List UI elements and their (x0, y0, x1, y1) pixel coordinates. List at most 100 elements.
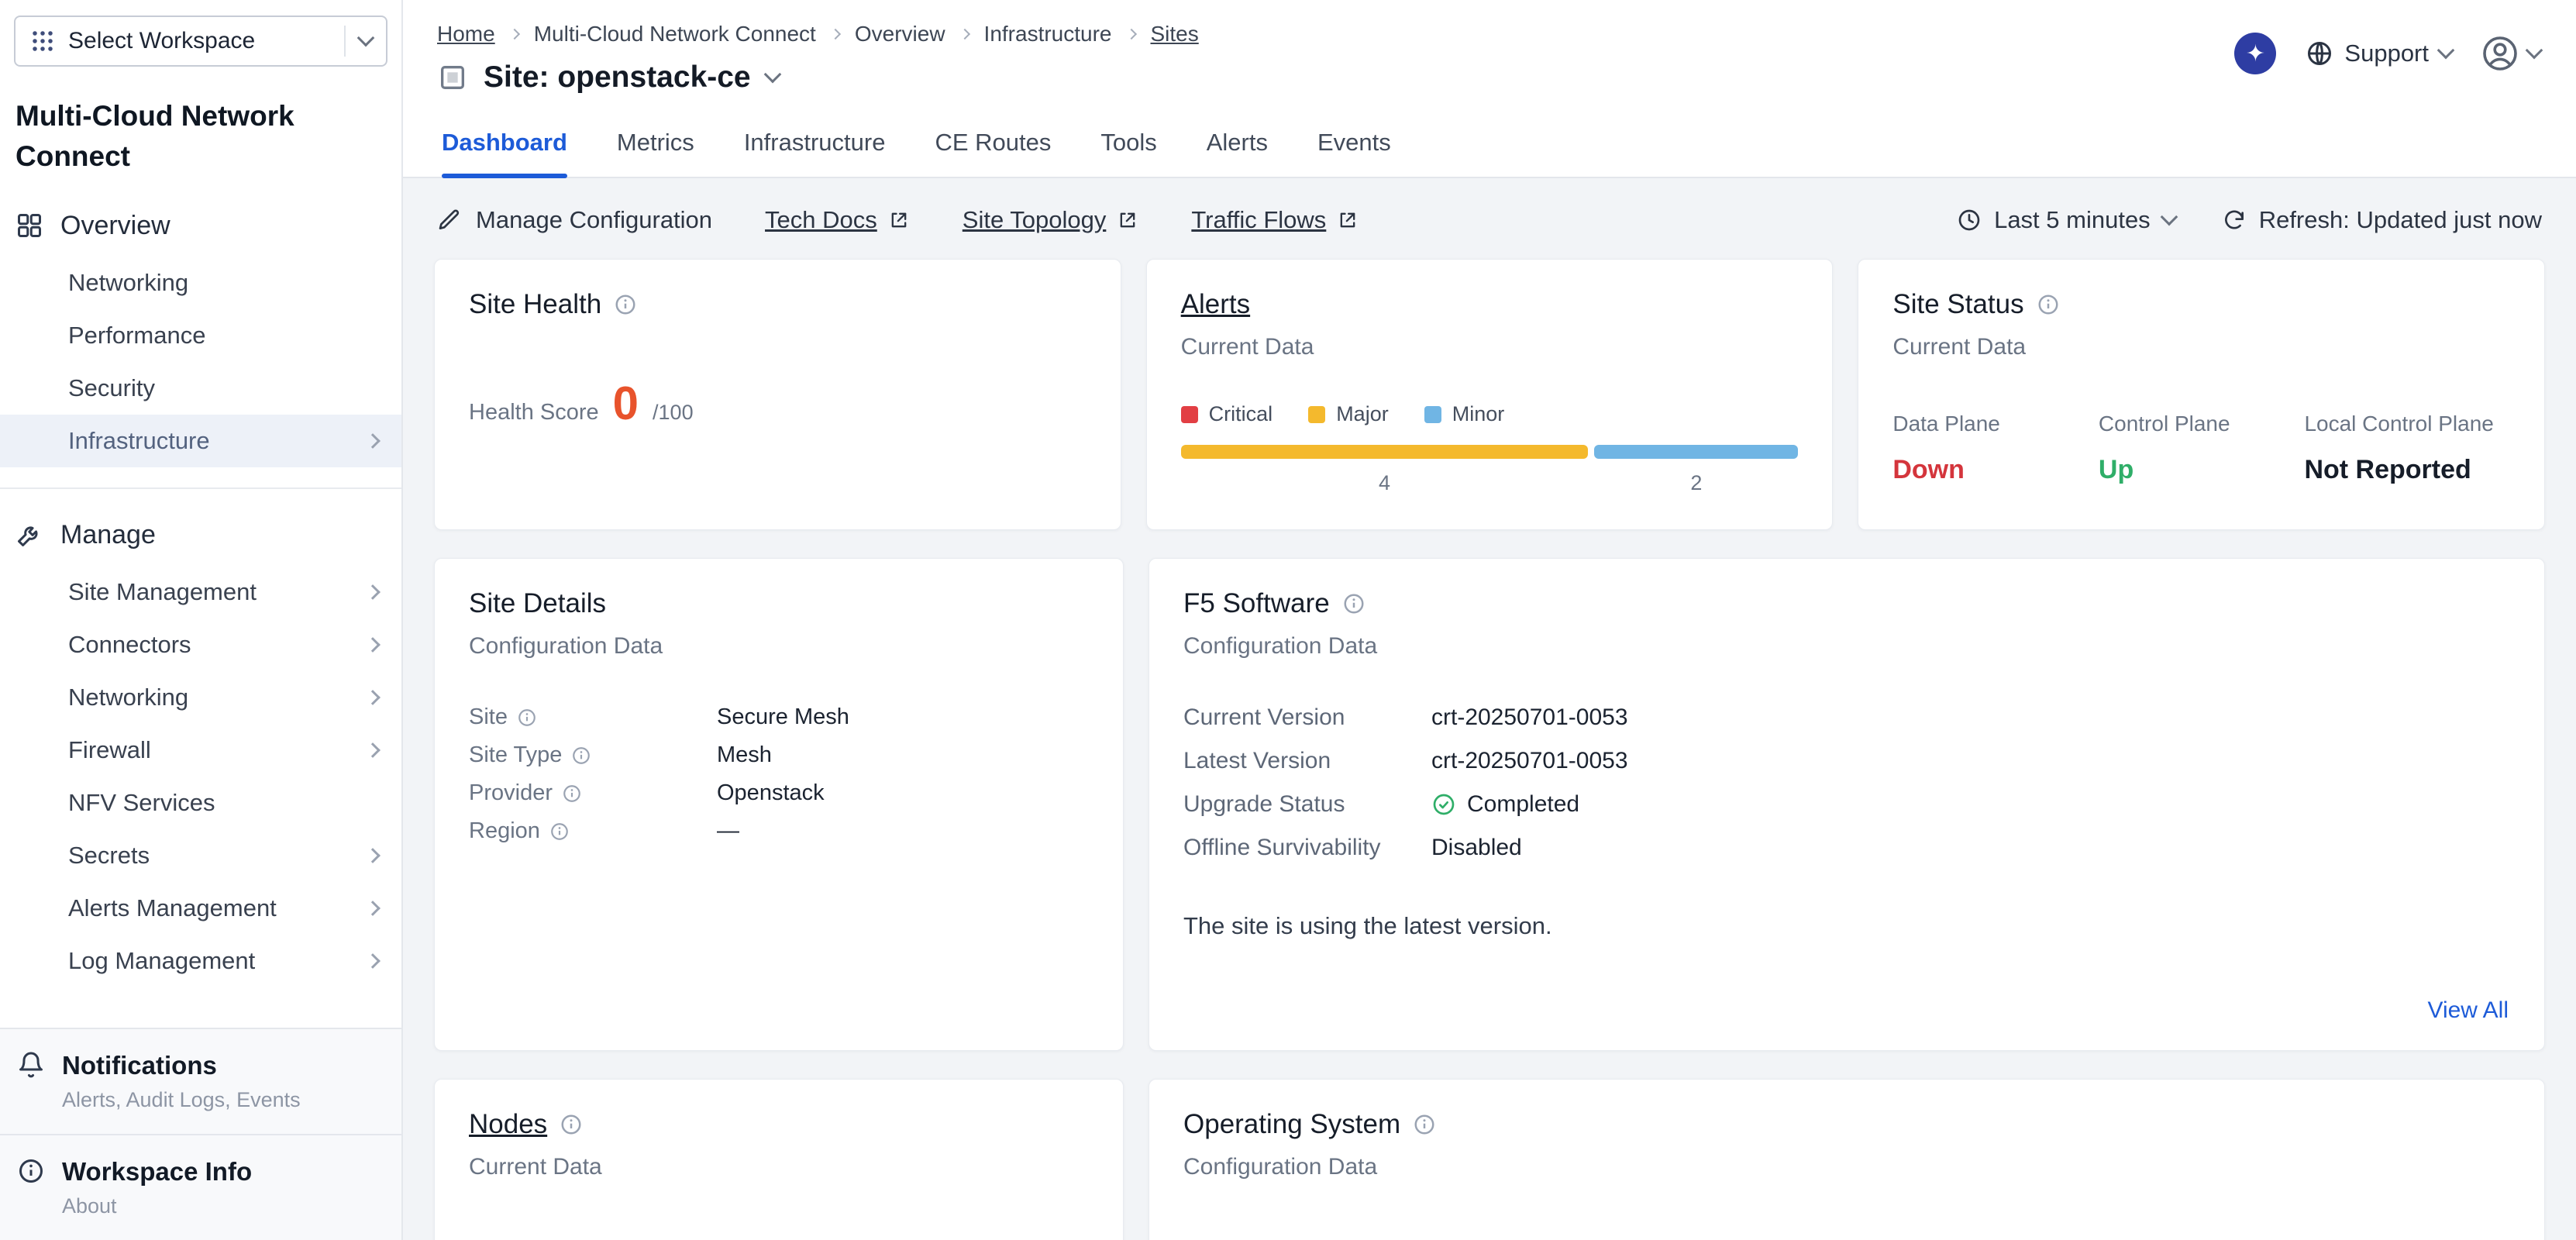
alerts-bar-major[interactable] (1181, 445, 1589, 459)
alerts-stacked-bar (1181, 445, 1799, 459)
tab-events[interactable]: Events (1317, 129, 1391, 177)
refresh-button[interactable]: Refresh: Updated just now (2222, 206, 2542, 234)
chevron-down-icon[interactable] (763, 66, 781, 84)
sidebar-item-alerts-management[interactable]: Alerts Management (0, 882, 401, 935)
external-link-icon (1337, 209, 1359, 231)
account-menu[interactable] (2481, 35, 2540, 72)
dashboard-content: Manage Configuration Tech Docs Site Topo… (403, 178, 2576, 1240)
status-control-plane: Control Plane Up (2099, 412, 2305, 485)
site-status-card: Site Status Current Data Data Plane Down… (1858, 259, 2545, 530)
operating-system-card: Operating System Configuration Data (1149, 1079, 2545, 1240)
sidebar-item-performance[interactable]: Performance (0, 309, 401, 362)
f5-software-card: F5 Software Configuration Data Current V… (1149, 558, 2545, 1051)
alerts-title: Alerts (1181, 289, 1799, 320)
info-icon[interactable] (562, 784, 582, 804)
sidebar-title: Multi-Cloud Network Connect (0, 73, 401, 183)
site-topology-link[interactable]: Site Topology (963, 206, 1139, 234)
main-area: Home Multi-Cloud Network Connect Overvie… (403, 0, 2576, 1240)
check-circle-icon (1431, 792, 1456, 817)
nodes-title: Nodes (469, 1109, 1089, 1140)
tab-ce-routes[interactable]: CE Routes (935, 129, 1051, 177)
site-health-card: Site Health Health Score 0 /100 (434, 259, 1121, 530)
detail-row-provider: Provider Openstack (469, 780, 1089, 806)
f5-row-offline-survivability: Offline Survivability Disabled (1183, 835, 2510, 861)
breadcrumb: Home Multi-Cloud Network Connect Overvie… (437, 22, 2542, 46)
support-label: Support (2344, 40, 2429, 67)
sidebar-section-manage-label: Manage (60, 520, 156, 550)
sidebar-item-connectors[interactable]: Connectors (0, 618, 401, 671)
cards-row-3: Nodes Current Data Operating System Conf… (434, 1079, 2545, 1240)
sidebar-item-networking-manage[interactable]: Networking (0, 671, 401, 724)
breadcrumb-sites[interactable]: Sites (1151, 22, 1199, 46)
status-value-up: Up (2099, 455, 2305, 485)
status-local-control-plane: Local Control Plane Not Reported (2304, 412, 2510, 485)
sidebar-item-firewall[interactable]: Firewall (0, 724, 401, 777)
sidebar-item-nfv-services[interactable]: NFV Services (0, 777, 401, 829)
operating-system-subtitle: Configuration Data (1183, 1154, 2510, 1180)
sidebar-item-security[interactable]: Security (0, 362, 401, 415)
traffic-flows-link[interactable]: Traffic Flows (1191, 206, 1359, 234)
workspace-info-description: About (62, 1194, 252, 1218)
tab-infrastructure[interactable]: Infrastructure (744, 129, 886, 177)
dashboard-toolbar: Manage Configuration Tech Docs Site Topo… (434, 178, 2545, 259)
status-value-not-reported: Not Reported (2304, 455, 2510, 485)
legend-minor: Minor (1424, 402, 1505, 426)
support-menu[interactable]: Support (2306, 40, 2452, 67)
chevron-right-icon (365, 690, 381, 705)
detail-row-site: Site Secure Mesh (469, 704, 1089, 730)
info-icon[interactable] (614, 293, 637, 316)
info-icon[interactable] (571, 746, 591, 766)
tab-alerts[interactable]: Alerts (1207, 129, 1268, 177)
sidebar-item-infrastructure[interactable]: Infrastructure (0, 415, 401, 467)
info-icon[interactable] (2037, 293, 2060, 316)
sidebar-section-manage[interactable]: Manage (0, 492, 401, 566)
alerts-bar-minor[interactable] (1594, 445, 1798, 459)
chevron-right-icon (365, 901, 381, 916)
workspace-selector[interactable]: Select Workspace (14, 16, 387, 67)
info-icon[interactable] (549, 822, 570, 842)
view-all-link[interactable]: View All (2427, 997, 2509, 1024)
time-range-select[interactable]: Last 5 minutes (1957, 206, 2175, 234)
breadcrumb-home[interactable]: Home (437, 22, 495, 46)
manage-configuration-button[interactable]: Manage Configuration (437, 206, 712, 234)
info-icon[interactable] (517, 708, 537, 728)
info-icon[interactable] (1342, 592, 1365, 615)
sidebar-item-networking[interactable]: Networking (0, 257, 401, 309)
notifications-description: Alerts, Audit Logs, Events (62, 1088, 301, 1112)
site-details-card: Site Details Configuration Data Site Sec… (434, 558, 1124, 1051)
sidebar-section-overview[interactable]: Overview (0, 183, 401, 257)
detail-row-region: Region — (469, 818, 1089, 844)
sidebar-section-overview-label: Overview (60, 211, 170, 241)
alerts-card: Alerts Current Data Critical Major Minor (1146, 259, 1834, 530)
site-icon (437, 62, 468, 93)
operating-system-title: Operating System (1183, 1109, 2510, 1140)
breadcrumb-overview[interactable]: Overview (855, 22, 945, 46)
f5-software-title: F5 Software (1183, 588, 2510, 619)
toolbar-right: Last 5 minutes Refresh: Updated just now (1957, 206, 2542, 234)
sidebar-notifications[interactable]: Notifications Alerts, Audit Logs, Events (0, 1028, 401, 1134)
info-icon[interactable] (1413, 1113, 1436, 1136)
breadcrumb-infrastructure[interactable]: Infrastructure (984, 22, 1112, 46)
assistant-button[interactable]: ✦ (2234, 33, 2276, 74)
clock-icon (1957, 208, 1982, 232)
tech-docs-link[interactable]: Tech Docs (765, 206, 910, 234)
legend-critical: Critical (1181, 402, 1273, 426)
tab-dashboard[interactable]: Dashboard (442, 129, 567, 177)
page-title-row: Site: openstack-ce (437, 60, 2542, 95)
external-link-icon (888, 209, 910, 231)
tab-metrics[interactable]: Metrics (617, 129, 694, 177)
health-score-max: /100 (653, 401, 694, 425)
chevron-down-icon (2160, 208, 2178, 226)
sidebar-workspace-info[interactable]: Workspace Info About (0, 1134, 401, 1240)
site-details-title: Site Details (469, 588, 1089, 619)
breadcrumb-mcn[interactable]: Multi-Cloud Network Connect (534, 22, 816, 46)
header-actions: ✦ Support (2234, 33, 2540, 74)
sidebar-item-log-management[interactable]: Log Management (0, 935, 401, 987)
sidebar-item-site-management[interactable]: Site Management (0, 566, 401, 618)
alerts-count-major: 4 (1181, 471, 1589, 495)
sidebar-item-secrets[interactable]: Secrets (0, 829, 401, 882)
info-icon[interactable] (560, 1113, 583, 1136)
tab-tools[interactable]: Tools (1100, 129, 1156, 177)
site-details-subtitle: Configuration Data (469, 633, 1089, 660)
bell-icon (17, 1051, 45, 1079)
